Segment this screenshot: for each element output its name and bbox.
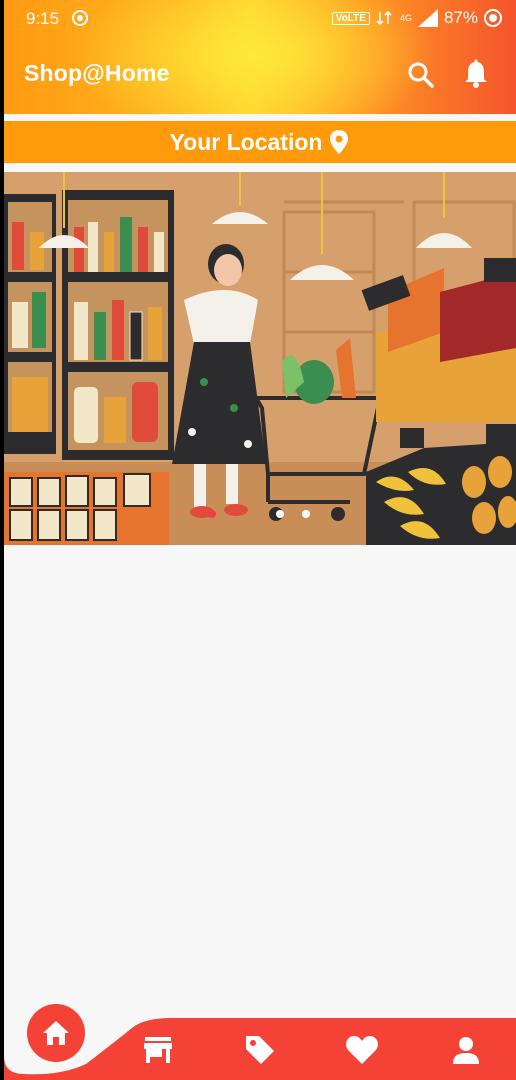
location-pin-icon <box>330 130 349 154</box>
person-icon <box>453 1037 479 1064</box>
status-indicators: VoLTE 4G 87% <box>331 8 502 28</box>
home-icon <box>43 1021 69 1045</box>
battery-icon <box>484 9 502 27</box>
status-bar: 9:15 VoLTE 4G 87% <box>4 0 516 38</box>
grocery-store-illustration <box>4 172 516 545</box>
app-bar: Shop@Home <box>4 38 516 114</box>
nav-offers-button[interactable] <box>240 1030 280 1070</box>
carousel-dot-1[interactable] <box>208 510 216 518</box>
location-label: Your Location <box>169 128 323 155</box>
status-time: 9:15 <box>26 9 60 28</box>
carousel-indicators <box>4 510 516 522</box>
app-title: Shop@Home <box>24 60 170 86</box>
location-selector[interactable]: Your Location <box>4 121 516 163</box>
bottom-navigation <box>4 990 516 1080</box>
nav-home-button[interactable] <box>27 1004 85 1062</box>
volte-badge: VoLTE <box>331 11 370 25</box>
signal-icon <box>417 9 438 27</box>
heart-icon <box>346 1036 378 1064</box>
record-icon <box>72 10 88 26</box>
bell-icon <box>465 59 487 88</box>
carousel-dot-2[interactable] <box>276 510 284 518</box>
carousel-dot-3[interactable] <box>302 510 310 518</box>
data-arrows-icon <box>376 11 392 25</box>
header: 9:15 VoLTE 4G 87% Shop@Home <box>4 0 516 114</box>
app-screen: 9:15 VoLTE 4G 87% Shop@Home Your Locatio… <box>4 0 516 1080</box>
tag-icon <box>246 1036 274 1064</box>
banner-carousel[interactable] <box>4 172 516 545</box>
nav-store-button[interactable] <box>138 1030 178 1070</box>
battery-percent: 87% <box>443 8 478 27</box>
network-type: 4G <box>399 13 412 23</box>
nav-favorites-button[interactable] <box>342 1030 382 1070</box>
search-button[interactable] <box>406 60 436 90</box>
notifications-button[interactable] <box>460 58 492 90</box>
nav-profile-button[interactable] <box>446 1030 486 1070</box>
search-icon <box>408 62 434 88</box>
store-icon <box>144 1037 172 1063</box>
